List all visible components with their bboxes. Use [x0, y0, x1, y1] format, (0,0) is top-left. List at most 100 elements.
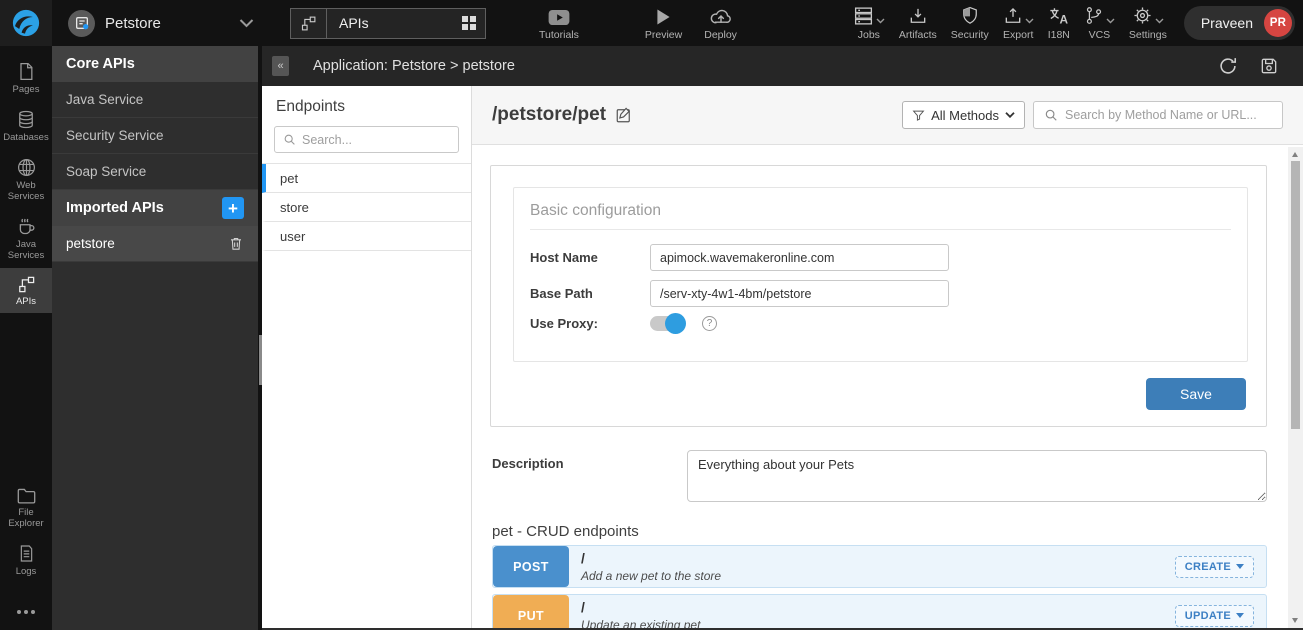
refresh-button[interactable]: [1217, 55, 1239, 77]
branch-icon: [1084, 5, 1104, 26]
sidebar-item-logs[interactable]: Logs: [0, 536, 52, 584]
edit-icon: [615, 106, 633, 124]
security-button[interactable]: Security: [944, 0, 996, 46]
collapse-panel-button[interactable]: «: [272, 56, 289, 76]
tutorials-button[interactable]: Tutorials: [532, 0, 586, 46]
sidebar-item-pages[interactable]: Pages: [0, 54, 52, 102]
panel-scrollbar-thumb[interactable]: [259, 335, 262, 385]
project-icon: [68, 10, 95, 37]
more-menu-button[interactable]: [0, 600, 52, 630]
method-search-input[interactable]: [1065, 108, 1272, 122]
chevron-down-icon: [1005, 112, 1015, 118]
toggle-knob: [665, 313, 686, 334]
sidebar-item-file-explorer[interactable]: File Explorer: [0, 479, 52, 536]
scrollbar-thumb[interactable]: [1291, 161, 1300, 429]
sidebar-item-web-services[interactable]: Web Services: [0, 150, 52, 209]
save-button[interactable]: Save: [1146, 378, 1246, 410]
method-search[interactable]: [1033, 101, 1283, 129]
sidebar-item-label: Pages: [13, 85, 40, 96]
jobs-menu[interactable]: Jobs: [846, 0, 892, 46]
update-action-dropdown[interactable]: UPDATE: [1175, 605, 1254, 627]
caret-down-icon: [1236, 564, 1244, 569]
topbar: Petstore APIs Tutorials Preview Deploy: [0, 0, 1303, 46]
host-name-field[interactable]: [650, 244, 949, 271]
page-title: /petstore/pet: [492, 104, 606, 126]
petstore-label: petstore: [66, 236, 115, 251]
i18n-label: I18N: [1048, 29, 1070, 41]
core-api-soap-service[interactable]: Soap Service: [52, 154, 258, 190]
core-api-java-service[interactable]: Java Service: [52, 82, 258, 118]
core-apis-header: Core APIs: [52, 46, 258, 82]
chevron-down-icon: [239, 19, 254, 28]
description-label: Description: [492, 450, 687, 502]
sidebar-item-databases[interactable]: Databases: [0, 102, 52, 150]
scroll-down-arrow[interactable]: [1292, 618, 1298, 623]
vcs-menu[interactable]: VCS: [1077, 0, 1122, 46]
export-menu[interactable]: Export: [996, 0, 1041, 46]
coffee-icon: [16, 216, 37, 237]
breadcrumb-bar: « Application: Petstore > petstore: [262, 46, 1303, 86]
deploy-button[interactable]: Deploy: [697, 0, 744, 46]
action-label: CREATE: [1185, 561, 1231, 573]
host-name-label: Host Name: [530, 250, 650, 265]
workspace-tab-apis[interactable]: APIs: [290, 8, 486, 39]
caret-down-icon: [1155, 18, 1164, 24]
save-project-button[interactable]: [1259, 56, 1279, 76]
search-icon: [1044, 108, 1058, 122]
help-icon: ?: [702, 316, 717, 331]
endpoint-row-post[interactable]: POST / Add a new pet to the store CREATE: [492, 545, 1267, 588]
basic-configuration-title: Basic configuration: [530, 202, 1231, 230]
cloud-upload-icon: [709, 6, 733, 26]
artifacts-button[interactable]: Artifacts: [892, 0, 944, 46]
youtube-icon: [547, 6, 571, 26]
endpoint-item-pet[interactable]: pet: [262, 164, 471, 193]
add-api-button[interactable]: +: [222, 197, 244, 219]
security-label: Security: [951, 29, 989, 41]
edit-title-button[interactable]: [615, 106, 633, 124]
http-method-badge: POST: [493, 546, 569, 587]
user-menu[interactable]: Praveen PR: [1184, 6, 1295, 40]
endpoints-list: pet store user: [262, 163, 471, 251]
endpoint-item-store[interactable]: store: [262, 193, 471, 222]
core-api-security-service[interactable]: Security Service: [52, 118, 258, 154]
settings-label: Settings: [1129, 29, 1167, 41]
use-proxy-toggle[interactable]: [650, 316, 684, 331]
artifacts-label: Artifacts: [899, 29, 937, 41]
topbar-tools: Jobs Artifacts Security Export A I18N VC…: [846, 0, 1174, 46]
description-section: Description Everything about your Pets: [492, 450, 1267, 502]
endpoint-item-user[interactable]: user: [262, 222, 471, 251]
create-action-dropdown[interactable]: CREATE: [1175, 556, 1254, 578]
main-scrollbar[interactable]: [1288, 147, 1303, 628]
apis-node-icon: [291, 9, 327, 38]
action-label: UPDATE: [1185, 610, 1231, 622]
jobs-label: Jobs: [858, 29, 880, 41]
scroll-up-arrow[interactable]: [1292, 152, 1298, 157]
endpoint-row-put[interactable]: PUT / Update an existing pet UPDATE: [492, 594, 1267, 630]
tutorials-label: Tutorials: [539, 29, 579, 41]
gear-icon: [1132, 5, 1153, 26]
caret-down-icon: [876, 18, 885, 24]
wavemaker-logo[interactable]: [0, 0, 52, 46]
avatar: PR: [1264, 9, 1292, 37]
imported-apis-label: Imported APIs: [66, 200, 164, 216]
base-path-field[interactable]: [650, 280, 949, 307]
imported-api-petstore[interactable]: petstore: [52, 226, 258, 262]
endpoints-search[interactable]: [274, 126, 459, 153]
method-filter-select[interactable]: All Methods: [902, 101, 1025, 129]
database-icon: [16, 109, 36, 130]
crud-endpoints-heading: pet - CRUD endpoints: [492, 523, 639, 540]
sidebar-item-label: APIs: [16, 297, 36, 308]
endpoints-search-input[interactable]: [302, 133, 450, 147]
shield-icon: [960, 6, 980, 26]
project-switcher[interactable]: Petstore: [52, 0, 268, 46]
upload-tray-icon: [1003, 6, 1023, 26]
sidebar-item-apis[interactable]: APIs: [0, 268, 52, 314]
delete-api-button[interactable]: [228, 235, 244, 252]
sidebar-item-label: File Explorer: [2, 508, 50, 530]
settings-menu[interactable]: Settings: [1122, 0, 1174, 46]
preview-button[interactable]: Preview: [638, 0, 689, 46]
download-tray-icon: [908, 6, 928, 26]
i18n-button[interactable]: A I18N: [1041, 0, 1077, 46]
sidebar-item-java-services[interactable]: Java Services: [0, 209, 52, 268]
description-field[interactable]: Everything about your Pets: [687, 450, 1267, 502]
